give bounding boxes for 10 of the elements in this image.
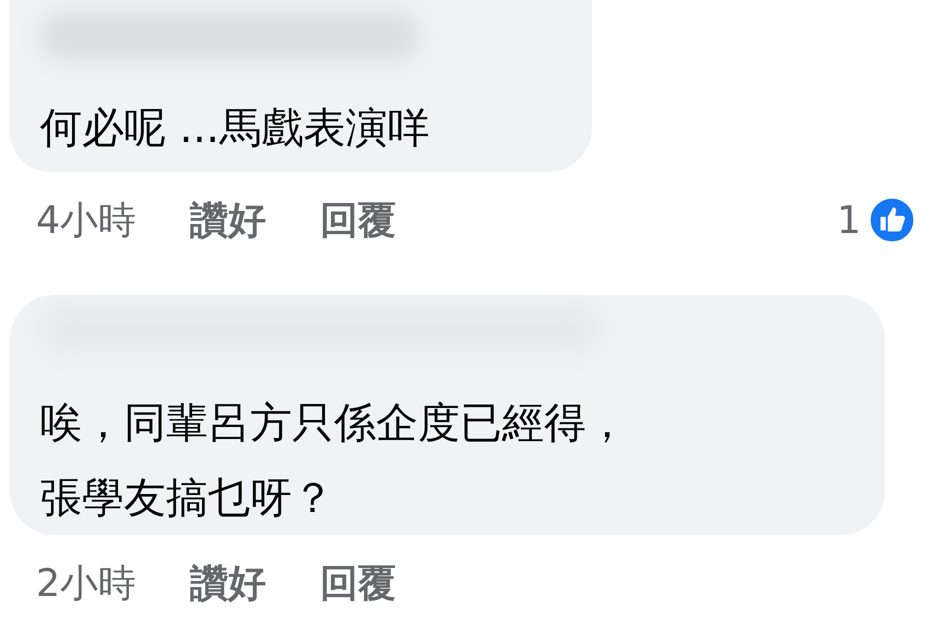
comment-text: 唉，同輩呂方只係企度已經得， — [40, 397, 629, 449]
action-link[interactable]: 讚好 — [190, 194, 266, 246]
action-link[interactable]: 讚好 — [190, 558, 266, 608]
like-count: 1 — [836, 198, 861, 242]
comment-time: 2小時 — [36, 560, 136, 606]
comment-text: 何必呢 ...馬戲表演咩 — [40, 102, 430, 154]
comment-time: 4小時 — [36, 196, 136, 244]
comment-text: 張學友搞乜呀？ — [40, 472, 335, 524]
action-link[interactable]: 回覆 — [320, 558, 396, 608]
action-link[interactable]: 回覆 — [320, 194, 396, 246]
